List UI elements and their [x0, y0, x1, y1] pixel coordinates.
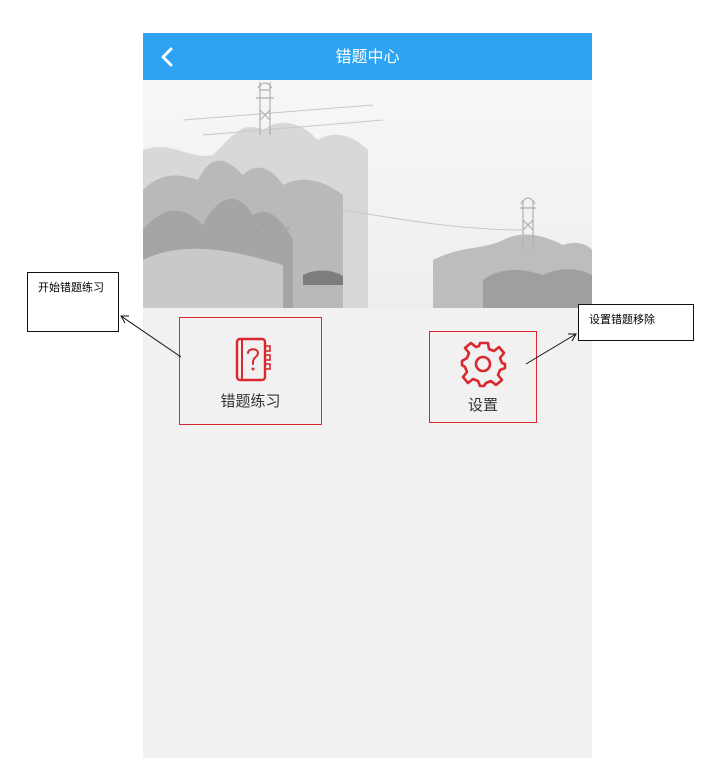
annotation-arrows	[120, 315, 577, 365]
arrow-settings	[525, 333, 577, 365]
arrow-practice	[120, 315, 182, 358]
